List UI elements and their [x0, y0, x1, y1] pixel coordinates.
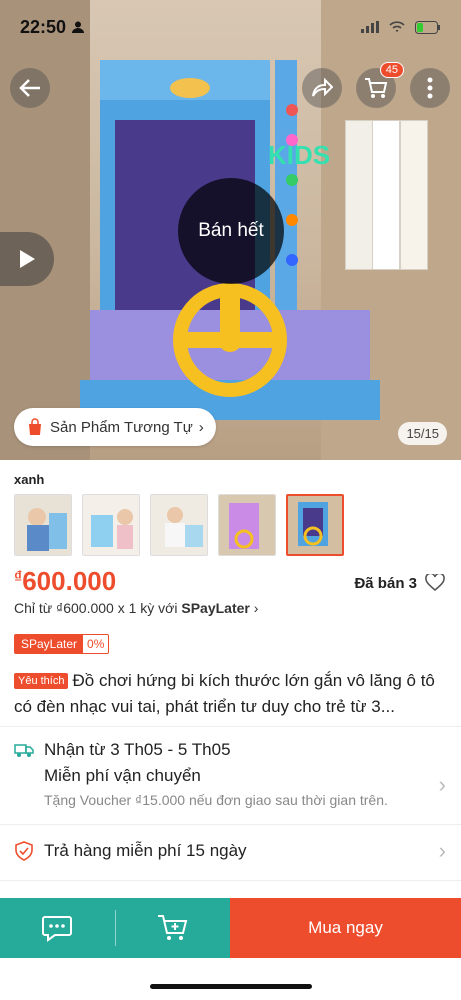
cart-button[interactable]: 45 — [356, 62, 404, 108]
home-indicator[interactable] — [150, 984, 312, 989]
cart-count-badge: 45 — [379, 62, 404, 78]
clock: 22:50 — [20, 16, 67, 37]
brand-logo: KIDS — [268, 140, 330, 171]
free-returns-label: Trả hàng miễn phí 15 ngày — [44, 841, 247, 860]
spaylater-badge: SPayLater 0% — [14, 634, 110, 654]
chevron-right-icon: › — [253, 600, 259, 616]
status-icons — [361, 20, 441, 34]
installment-text: Chỉ từ ₫600.000 x 1 kỳ với — [14, 600, 182, 616]
price-amount: 600.000 — [22, 566, 117, 596]
add-to-cart-button[interactable] — [116, 898, 231, 958]
buy-now-label: Mua ngay — [308, 918, 383, 937]
bottom-action-bar: Mua ngay — [0, 898, 461, 958]
status-time: 22:50 — [20, 16, 85, 38]
variation-thumbnail[interactable] — [14, 494, 72, 556]
similar-products-button[interactable]: Sản Phẩm Tương Tự › — [14, 408, 216, 446]
sold-out-label: Bán hết — [198, 220, 264, 241]
share-icon — [312, 78, 333, 97]
cart-icon — [365, 78, 388, 98]
add-to-cart-icon — [157, 915, 188, 940]
variation-name: xanh — [14, 472, 45, 487]
bottom-left-actions — [0, 898, 230, 958]
thumbnail-image — [15, 495, 71, 555]
divider — [0, 824, 461, 825]
installment-info[interactable]: Chỉ từ ₫600.000 x 1 kỳ với SPayLater › — [14, 600, 258, 616]
spaylater-name: SPayLater — [15, 635, 84, 653]
brand-logo-text: KIDS — [268, 140, 331, 170]
sold-label: Đã bán 3 — [354, 574, 417, 592]
image-pager-text: 15/15 — [406, 426, 439, 441]
play-icon — [20, 250, 35, 268]
variation-thumbnails — [14, 494, 344, 556]
shield-icon — [15, 841, 33, 861]
chat-icon — [42, 916, 73, 942]
thumbnail-image — [288, 496, 342, 554]
more-options-button[interactable] — [410, 68, 450, 108]
person-icon — [72, 21, 85, 33]
shopping-bag-icon — [29, 418, 41, 435]
product-title-text: Đồ chơi hứng bi kích thước lớn gắn vô lă… — [14, 671, 435, 716]
divider — [0, 726, 461, 727]
more-vertical-icon — [427, 77, 433, 99]
battery-icon — [415, 20, 440, 34]
chat-button[interactable] — [0, 898, 115, 958]
sold-out-overlay: Bán hết — [178, 178, 284, 284]
free-shipping-label: Miễn phí vận chuyển — [44, 766, 201, 785]
thumbnail-image — [83, 495, 139, 555]
variation-thumbnail[interactable] — [218, 494, 276, 556]
arrow-left-icon — [19, 79, 40, 97]
voucher-note: Tặng Voucher ₫15.000 nếu đơn giao sau th… — [44, 792, 388, 808]
spaylater-rate: 0% — [87, 637, 105, 651]
variation-thumbnail[interactable] — [82, 494, 140, 556]
chevron-right-icon: › — [438, 772, 446, 797]
buy-now-button[interactable]: Mua ngay — [230, 898, 461, 958]
heart-icon[interactable] — [425, 574, 445, 592]
play-video-button[interactable] — [0, 232, 54, 286]
favorite-badge: Yêu thích — [14, 673, 69, 689]
image-pager: 15/15 — [398, 422, 447, 445]
product-title: Yêu thích Đồ chơi hứng bi kích thước lớn … — [14, 668, 444, 719]
delivery-date: Nhận từ 3 Th05 - 5 Th05 — [44, 740, 231, 759]
divider — [0, 880, 461, 881]
thumbnail-image — [151, 495, 207, 555]
sold-count: Đã bán 3 — [354, 574, 445, 592]
thumbnail-image — [219, 495, 275, 555]
price-currency: ₫ — [14, 569, 23, 586]
variation-thumbnail[interactable] — [150, 494, 208, 556]
wifi-icon — [389, 21, 405, 32]
background-book — [400, 120, 428, 270]
chevron-right-icon: › — [438, 838, 446, 863]
shipping-info[interactable]: Nhận từ 3 Th05 - 5 Th05 Miễn phí vận chu… — [14, 740, 446, 808]
truck-icon — [14, 744, 34, 757]
free-returns-row[interactable]: Trả hàng miễn phí 15 ngày › — [14, 838, 446, 864]
chevron-right-icon: › — [198, 418, 204, 436]
share-button[interactable] — [302, 68, 342, 108]
signal-icon — [361, 21, 379, 33]
status-bar: 22:50 — [0, 0, 461, 54]
back-button[interactable] — [10, 68, 50, 108]
variation-thumbnail-selected[interactable] — [286, 494, 344, 556]
price: ₫600.000 — [14, 566, 116, 597]
installment-brand: SPayLater — [181, 600, 250, 616]
similar-products-label: Sản Phẩm Tương Tự — [50, 418, 193, 436]
